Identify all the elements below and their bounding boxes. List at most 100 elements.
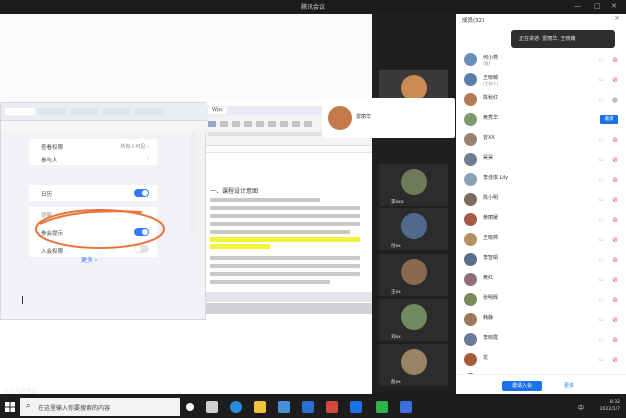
camera-off-icon[interactable]: ▭: [598, 356, 604, 363]
meeting-taskbar-icon[interactable]: [350, 401, 362, 413]
mic-muted-icon[interactable]: ⊘: [612, 296, 618, 304]
camera-off-icon[interactable]: ▭: [598, 316, 604, 323]
task-view-icon[interactable]: [206, 401, 218, 413]
system-tray[interactable]: 8:32 2022/1/7: [600, 399, 620, 413]
member-name: 昊昊: [483, 155, 494, 161]
camera-off-icon[interactable]: ▭: [598, 296, 604, 303]
participant-avatar: [401, 213, 427, 239]
member-row[interactable]: 黄丽媛 ▭ ⊘: [456, 210, 626, 230]
app-icon[interactable]: [400, 401, 412, 413]
mic-muted-icon[interactable]: ⊘: [612, 236, 618, 244]
video-tile-name: 赵xx: [391, 380, 401, 385]
close-icon[interactable]: ✕: [611, 2, 617, 10]
clock-date: 2022/1/7: [599, 407, 620, 412]
participants-panel: 成员(32) × 何小燕 (我) ▭ ⊘ 王晓萌 (主持人) ▭ ⊘ 陈秋红 ▭ ● 黄秀华 邀请 曾XX…: [456, 14, 626, 394]
doc-tab: Wps: [208, 107, 227, 114]
active-speaker-card[interactable]: 雷丽华: [322, 98, 455, 138]
edge-icon[interactable]: [230, 401, 242, 413]
mic-muted-icon[interactable]: ⊘: [612, 356, 618, 364]
camera-off-icon[interactable]: ▭: [598, 196, 604, 203]
more-button[interactable]: 更多: [564, 382, 574, 389]
mic-muted-icon[interactable]: ⊘: [612, 76, 618, 84]
video-tile[interactable]: 刘xx: [379, 299, 448, 341]
camera-off-icon[interactable]: ▭: [598, 156, 604, 163]
member-row[interactable]: 陈秋红 ▭ ●: [456, 90, 626, 110]
camera-off-icon[interactable]: ▭: [598, 216, 604, 223]
member-row[interactable]: 何小燕 (我) ▭ ⊘: [456, 50, 626, 70]
panel-footer: 邀请入会 更多: [456, 374, 626, 394]
member-row[interactable]: 张明辉 ▭ ⊘: [456, 290, 626, 310]
member-row[interactable]: 李佳琪 Lily ▭ ⊘: [456, 170, 626, 190]
cortana-icon[interactable]: [186, 403, 194, 411]
member-name: 曾XX: [483, 135, 495, 141]
settings-scrollbar[interactable]: [191, 133, 196, 233]
member-action-button[interactable]: 邀请: [600, 115, 618, 124]
camera-off-icon[interactable]: ▭: [598, 76, 604, 83]
mic-muted-icon[interactable]: ⊘: [612, 316, 618, 324]
participant-avatar: [401, 259, 427, 285]
video-tile[interactable]: 赵xx: [379, 344, 448, 386]
mic-muted-icon[interactable]: ⊘: [612, 216, 618, 224]
camera-off-icon[interactable]: ▭: [598, 56, 604, 63]
more-settings-link[interactable]: 更多 ›: [81, 255, 97, 264]
member-row[interactable]: 黄红 ▭ ⊘: [456, 270, 626, 290]
member-row[interactable]: 黄秀华 邀请: [456, 110, 626, 130]
file-explorer-icon[interactable]: [254, 401, 266, 413]
invite-button[interactable]: 邀请入会: [502, 381, 542, 391]
member-row[interactable]: 韩静 ▭ ⊘: [456, 310, 626, 330]
camera-off-icon[interactable]: ▭: [598, 336, 604, 343]
speaker-name: 雷丽华: [356, 114, 372, 120]
store-icon[interactable]: [278, 401, 290, 413]
settings-row-value[interactable]: 所有人可见 ›: [120, 143, 149, 150]
member-row[interactable]: 李智娟 ▭ ⊘: [456, 250, 626, 270]
mic-muted-icon[interactable]: ⊘: [612, 276, 618, 284]
mic-muted-icon[interactable]: ⊘: [612, 196, 618, 204]
mic-muted-icon[interactable]: ⊘: [612, 176, 618, 184]
member-row[interactable]: 龙 ▭ ⊘: [456, 350, 626, 370]
member-row[interactable]: 陈小明 ▭ ⊘: [456, 190, 626, 210]
video-tile[interactable]: 李xxx: [379, 164, 448, 206]
member-row[interactable]: 昊昊 ▭ ⊘: [456, 150, 626, 170]
minimize-icon[interactable]: —: [574, 2, 581, 10]
video-tile[interactable]: 付xx: [379, 208, 448, 250]
wechat-icon[interactable]: [376, 401, 388, 413]
member-row[interactable]: 王晓萌 (主持人) ▭ ⊘: [456, 70, 626, 90]
maximize-icon[interactable]: □: [594, 2, 601, 10]
member-avatar: [464, 353, 477, 366]
mic-active-icon[interactable]: ●: [612, 96, 618, 104]
member-role: (主持人): [483, 81, 499, 86]
mic-muted-icon[interactable]: ⊘: [612, 336, 618, 344]
camera-off-icon[interactable]: ▭: [598, 96, 604, 103]
doc-status-bar: [204, 292, 372, 302]
participant-avatar: [401, 169, 427, 195]
camera-off-icon[interactable]: ▭: [598, 276, 604, 283]
calendar-toggle[interactable]: [134, 189, 149, 197]
camera-off-icon[interactable]: ▭: [598, 136, 604, 143]
camera-off-icon[interactable]: ▭: [598, 256, 604, 263]
doc-text-line: [210, 280, 330, 284]
member-row[interactable]: 李晓霞 ▭ ⊘: [456, 330, 626, 350]
windows-start-icon[interactable]: [5, 402, 15, 412]
doc-highlight: [210, 244, 270, 249]
member-row[interactable]: 王晓婷 ▭ ⊘: [456, 230, 626, 250]
close-panel-icon[interactable]: ×: [614, 14, 620, 22]
mic-muted-icon[interactable]: ⊘: [612, 156, 618, 164]
wps-icon[interactable]: [326, 401, 338, 413]
mic-muted-icon[interactable]: ⊘: [612, 136, 618, 144]
word-icon[interactable]: [302, 401, 314, 413]
settings-row-value[interactable]: ›: [147, 156, 149, 162]
video-tile-name: 王xx: [391, 290, 401, 295]
camera-off-icon[interactable]: ▭: [598, 176, 604, 183]
member-row[interactable]: 曾XX ▭ ⊘: [456, 130, 626, 150]
camera-off-icon[interactable]: ▭: [598, 236, 604, 243]
clock-time: 8:32: [609, 400, 620, 405]
member-name: 王晓萌: [483, 75, 499, 81]
member-avatar: [464, 213, 477, 226]
video-tile[interactable]: 王xx: [379, 254, 448, 296]
settings-toolbar: [1, 121, 207, 133]
taskbar-search[interactable]: ⌕ 在这里输入你要搜索的内容: [20, 398, 180, 416]
speaking-notice: 正在讲述: 雷丽华, 王晓萌: [511, 30, 615, 48]
mic-muted-icon[interactable]: ⊘: [612, 56, 618, 64]
input-language[interactable]: 中: [578, 403, 584, 412]
mic-muted-icon[interactable]: ⊘: [612, 256, 618, 264]
